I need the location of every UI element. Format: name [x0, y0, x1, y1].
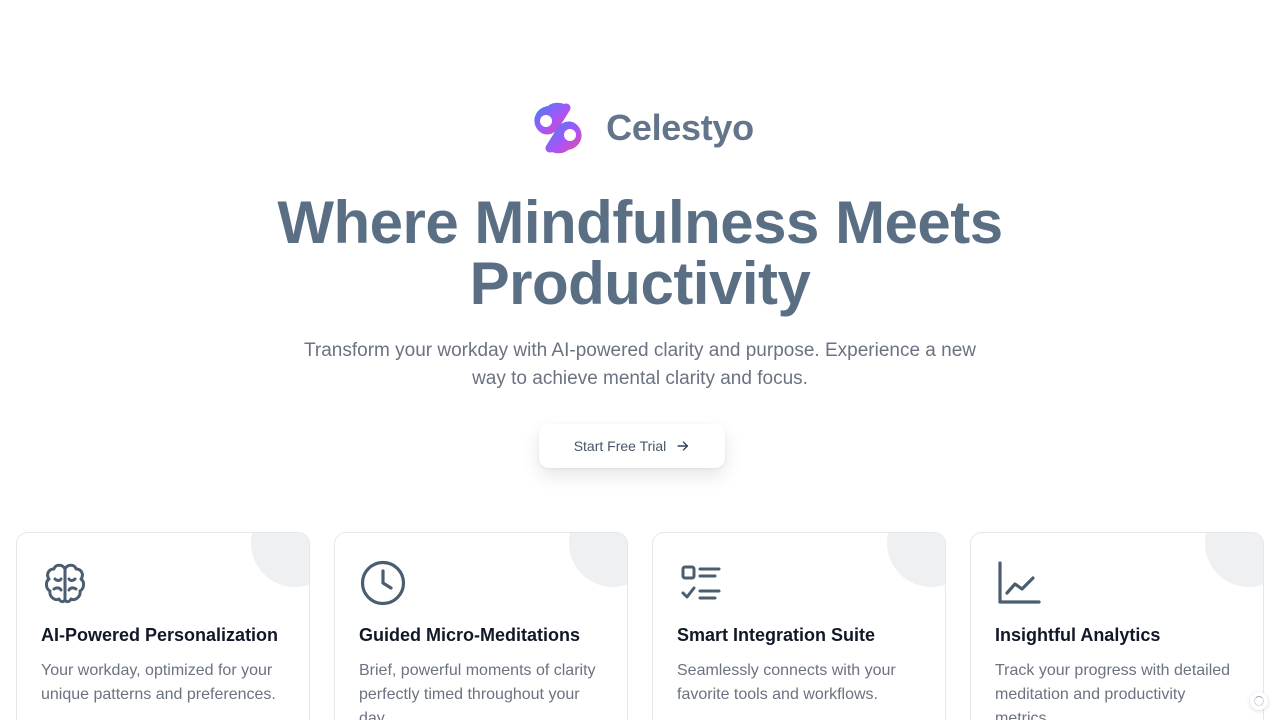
- loading-spinner-icon: [1250, 692, 1268, 710]
- card-decoration: [569, 533, 627, 587]
- clock-icon: [359, 559, 407, 607]
- card-decoration: [1205, 533, 1263, 587]
- hero-subtitle: Transform your workday with AI-powered c…: [304, 340, 976, 389]
- brand[interactable]: Celestyo: [0, 96, 1280, 160]
- checklist-icon: [677, 559, 725, 607]
- feature-card-meditations[interactable]: Guided Micro-Meditations Brief, powerful…: [334, 532, 628, 720]
- feature-title: AI-Powered Personalization: [41, 625, 279, 645]
- start-free-trial-button[interactable]: Start Free Trial: [539, 424, 725, 468]
- brand-name: Celestyo: [606, 107, 754, 148]
- feature-title: Insightful Analytics: [995, 625, 1161, 645]
- hero-title-line2: Productivity: [469, 250, 811, 317]
- hero-title-line1: Where Mindfulness Meets: [277, 189, 1003, 256]
- feature-title: Smart Integration Suite: [677, 625, 876, 645]
- feature-description: Your workday, optimized for your unique …: [41, 662, 276, 703]
- hero-title: Where Mindfulness Meets Productivity: [140, 192, 1140, 314]
- arrow-right-icon: [677, 441, 689, 451]
- card-decoration: [251, 533, 309, 587]
- feature-description: Seamlessly connects with your favorite t…: [677, 662, 896, 703]
- feature-card-personalization[interactable]: AI-Powered Personalization Your workday,…: [16, 532, 310, 720]
- brain-icon: [41, 559, 89, 607]
- chart-line-icon: [995, 559, 1043, 607]
- feature-cards: AI-Powered Personalization Your workday,…: [16, 532, 1264, 720]
- start-free-trial-label: Start Free Trial: [573, 438, 667, 454]
- feature-card-integration[interactable]: Smart Integration Suite Seamlessly conne…: [652, 532, 946, 720]
- feature-title: Guided Micro-Meditations: [359, 625, 581, 645]
- feature-description: Brief, powerful moments of clarity perfe…: [359, 662, 596, 720]
- celestyo-logo: [534, 102, 582, 154]
- feature-description: Track your progress with detailed medita…: [995, 662, 1231, 720]
- card-decoration: [887, 533, 945, 587]
- feature-card-analytics[interactable]: Insightful Analytics Track your progress…: [970, 532, 1264, 720]
